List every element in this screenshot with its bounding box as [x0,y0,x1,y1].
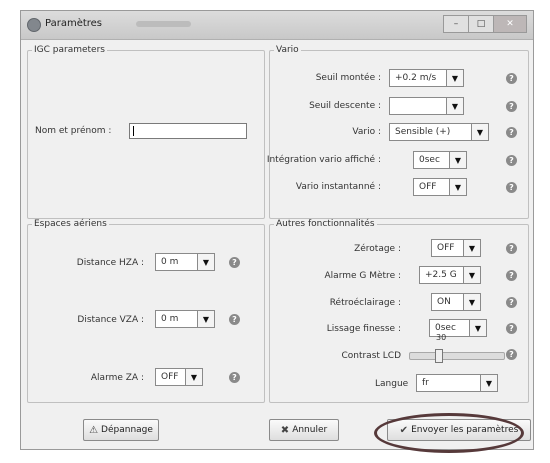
chevron-down-icon: ▼ [469,320,486,336]
alarme-g-metre-select[interactable]: +2.5 G ▼ [419,266,481,284]
help-icon[interactable]: ? [506,243,517,254]
chevron-down-icon: ▼ [463,294,480,310]
troubleshoot-button[interactable]: ⚠ Dépannage [83,419,159,441]
distance-vza-value: 0 m [161,314,179,324]
distance-vza-label: Distance VZA : [77,315,144,325]
title-bar: Paramètres – □ ✕ [21,11,533,40]
help-icon[interactable]: ? [229,257,240,268]
name-input[interactable] [129,123,247,139]
retroeclairage-select[interactable]: ON ▼ [431,293,481,311]
help-icon[interactable]: ? [506,270,517,281]
alarme-za-value: OFF [161,372,179,382]
integration-vario-value: 0sec [419,155,440,165]
help-icon[interactable]: ? [229,372,240,383]
distance-hza-select[interactable]: 0 m ▼ [155,253,215,271]
lissage-finesse-label: Lissage finesse : [326,324,401,334]
distance-hza-value: 0 m [161,257,179,267]
chevron-down-icon: ▼ [463,267,480,283]
langue-label: Langue [375,379,409,389]
chevron-down-icon: ▼ [449,179,466,195]
help-icon[interactable]: ? [229,314,240,325]
window-controls: – □ ✕ [443,15,527,33]
langue-select[interactable]: fr ▼ [416,374,498,392]
name-label: Nom et prénom : [35,126,112,136]
cancel-label: Annuler [292,425,328,435]
lissage-finesse-value: 0sec [435,323,456,333]
help-icon[interactable]: ? [506,297,517,308]
close-button[interactable]: ✕ [493,15,527,33]
troubleshoot-label: Dépannage [101,425,153,435]
airspace-legend: Espaces aériens [34,219,107,229]
seuil-montee-select[interactable]: +0.2 m/s ▼ [389,69,464,87]
parametres-window: Paramètres – □ ✕ IGC parameters Nom et p… [20,10,534,450]
blurred-title-region [136,21,191,27]
cancel-icon: ✖ [280,424,290,436]
alarme-za-label: Alarme ZA : [90,373,144,383]
retroeclairage-value: ON [437,297,451,307]
langue-value: fr [422,378,429,388]
seuil-montee-value: +0.2 m/s [395,73,437,83]
app-icon [27,18,41,32]
chevron-down-icon: ▼ [449,152,466,168]
vario-mode-value: Sensible (+) [395,127,451,137]
minimize-button[interactable]: – [443,15,469,33]
cancel-button[interactable]: ✖ Annuler [269,419,339,441]
integration-vario-label: Intégration vario affiché : [266,155,381,165]
chevron-down-icon: ▼ [197,311,214,327]
vario-mode-select[interactable]: Sensible (+) ▼ [389,123,489,141]
maximize-button[interactable]: □ [468,15,494,33]
contrast-value: 30 [436,333,447,342]
integration-vario-select[interactable]: 0sec ▼ [413,151,467,169]
zerotage-value: OFF [437,243,455,253]
vario-mode-label: Vario : [352,127,381,137]
highlight-ellipse [374,413,524,453]
seuil-descente-label: Seuil descente : [309,101,381,111]
seuil-montee-label: Seuil montée : [315,73,381,83]
contrast-slider-track[interactable] [409,352,505,360]
vario-instantane-label: Vario instantanné : [295,182,381,192]
distance-hza-label: Distance HZA : [76,258,144,268]
chevron-down-icon: ▼ [446,70,463,86]
help-icon[interactable]: ? [506,73,517,84]
chevron-down-icon: ▼ [471,124,488,140]
alarme-g-metre-label: Alarme G Mètre : [324,271,401,281]
vario-instantane-select[interactable]: OFF ▼ [413,178,467,196]
chevron-down-icon: ▼ [197,254,214,270]
vario-legend: Vario [276,45,299,55]
text-caret [133,126,134,136]
chevron-down-icon: ▼ [463,240,480,256]
warning-icon: ⚠ [89,424,99,436]
chevron-down-icon: ▼ [185,369,202,385]
other-features-legend: Autres fonctionnalités [276,219,375,229]
retroeclairage-label: Rétroéclairage : [329,298,401,308]
distance-vza-select[interactable]: 0 m ▼ [155,310,215,328]
help-icon[interactable]: ? [506,101,517,112]
zerotage-select[interactable]: OFF ▼ [431,239,481,257]
alarme-g-metre-value: +2.5 G [425,270,457,280]
window-title: Paramètres [45,18,103,29]
help-icon[interactable]: ? [506,182,517,193]
seuil-descente-select[interactable]: ▼ [389,97,464,115]
chevron-down-icon: ▼ [480,375,497,391]
chevron-down-icon: ▼ [446,98,463,114]
help-icon[interactable]: ? [506,127,517,138]
help-icon[interactable]: ? [506,323,517,334]
help-icon[interactable]: ? [506,349,517,360]
contrast-slider-thumb[interactable] [435,349,444,363]
help-icon[interactable]: ? [506,155,517,166]
contrast-lcd-label: Contrast LCD [341,351,401,361]
zerotage-label: Zérotage : [354,244,401,254]
vario-instantane-value: OFF [419,182,437,192]
igc-parameters-legend: IGC parameters [34,45,105,55]
alarme-za-select[interactable]: OFF ▼ [155,368,203,386]
